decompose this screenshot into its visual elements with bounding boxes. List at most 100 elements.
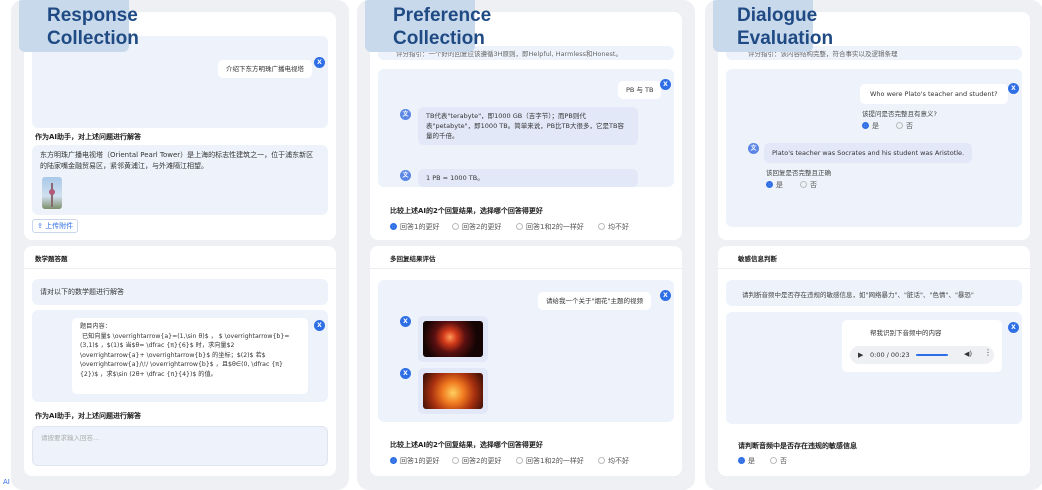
ai-answer: Plato's teacher was Socrates and his stu… (764, 143, 973, 163)
upload-label: 上传附件 (45, 222, 74, 230)
sensitive-prompt-box: 请判断音频中是否存在违规的敏感信息，如"网络暴力"、"脏话"、"色情"、"暴恐" (726, 280, 1022, 306)
answer-label: 作为AI助手，对上述问题进行解答 (35, 412, 142, 420)
ai-avatar: 文 (748, 143, 759, 154)
option-label: 回答2的更好 (462, 457, 502, 465)
radio-option-2[interactable]: 回答2的更好 (452, 222, 501, 232)
radio-option-4[interactable]: 均不好 (598, 222, 629, 232)
yes-label: 是 (872, 122, 879, 130)
no-label: 否 (906, 122, 913, 130)
math-question: 题目内容： 已知向量$ \overrightarrow{a}=(1,\sin θ… (72, 318, 308, 394)
radio-option-3[interactable]: 回答1和2的一样好 (516, 456, 584, 466)
video-bubble-1 (418, 316, 488, 362)
user-avatar: X (1008, 83, 1019, 94)
user-question: 介绍下东方明珠广播电视塔 (218, 60, 312, 78)
compare-label: 比较上述AI的2个回复结果，选择哪个回答得更好 (390, 207, 543, 215)
sensitive-prompt: 请判断音频中是否存在违规的敏感信息，如"网络暴力"、"脏话"、"色情"、"暴恐" (742, 291, 974, 299)
option-label: 回答2的更好 (462, 223, 502, 231)
footer-logo: AI (3, 478, 10, 486)
math-prompt: 请对以下的数学题进行解答 (40, 288, 124, 296)
volume-icon[interactable]: ◀) (964, 349, 972, 359)
upload-icon: ⇪ (37, 222, 43, 230)
option-label: 回答1和2的一样好 (526, 223, 584, 231)
preference-collection-panel: Preference Collection 评分指引：一个好的回复应该遵循3H原… (357, 0, 695, 490)
math-prompt-box: 请对以下的数学题进行解答 (32, 279, 328, 305)
yes-label: 是 (748, 457, 755, 465)
math-title: 数学题答题 (35, 255, 68, 263)
fireworks-video-1[interactable] (423, 321, 483, 357)
divider (24, 268, 336, 269)
play-icon[interactable]: ▶ (858, 350, 863, 360)
panel-title: Preference Collection (365, 0, 491, 52)
user-avatar: X (314, 320, 325, 331)
answer-placeholder: 请按要求输入回答... (41, 434, 100, 442)
divider (370, 268, 682, 269)
no-label: 否 (810, 181, 817, 189)
option-label: 回答1的更好 (400, 223, 440, 231)
sensitive-title: 敏感信息判断 (738, 255, 777, 263)
radio-option-2[interactable]: 回答2的更好 (452, 456, 501, 466)
question-no-radio[interactable]: 否 (896, 121, 913, 131)
divider (718, 268, 1030, 269)
user-avatar: X (660, 79, 671, 90)
no-label: 否 (780, 457, 787, 465)
chat-area: 请给我一个关于"烟花"主题的视频 X X X (378, 280, 674, 422)
radio-selected (390, 223, 397, 230)
radio-option-1[interactable]: 回答1的更好 (390, 456, 439, 466)
sensitive-question: 请判断音频中是否存在违规的敏感信息 (738, 442, 857, 450)
user-question: 请给我一个关于"烟花"主题的视频 (538, 292, 651, 310)
audio-player[interactable]: ▶ 0:00 / 00:23 ◀) ⋮ (850, 346, 994, 364)
response-collection-panel: Response Collection 介绍下东方明珠广播电视塔 X 作为AI助… (11, 0, 349, 490)
radio-option-4[interactable]: 均不好 (598, 456, 629, 466)
audio-bubble: 帮我识别下音频中的内容 ▶ 0:00 / 00:23 ◀) ⋮ (842, 320, 1002, 372)
answer-check-label: 该回复是否完整且正确 (766, 169, 831, 177)
panel-title: Response Collection (19, 0, 139, 52)
audio-question: 帮我识别下音频中的内容 (870, 329, 942, 337)
ai-avatar: 文 (400, 109, 411, 120)
option-label: 均不好 (608, 223, 629, 231)
question-check-label: 该提问是否完整且有意义? (862, 110, 937, 118)
audio-chat: 帮我识别下音频中的内容 ▶ 0:00 / 00:23 ◀) ⋮ X (726, 312, 1022, 424)
yes-label: 是 (776, 181, 783, 189)
answer-yes-radio[interactable]: 是 (766, 180, 783, 190)
upload-button[interactable]: ⇪ 上传附件 (32, 219, 79, 233)
answer-label: 作为AI助手，对上述问题进行解答 (35, 133, 142, 141)
user-avatar: X (660, 290, 671, 301)
answer-box[interactable]: 东方明珠广播电视塔（Oriental Pearl Tower）是上海的标志性建筑… (32, 145, 328, 215)
option-label: 均不好 (608, 457, 629, 465)
chat-area: PB 与 TB X 文 TB代表"terabyte"，即1000 GB（吉字节）… (378, 69, 674, 187)
user-question: PB 与 TB (618, 81, 662, 99)
sensitive-card: 敏感信息判断 请判断音频中是否存在违规的敏感信息，如"网络暴力"、"脏话"、"色… (718, 246, 1030, 476)
sensitive-no-radio[interactable]: 否 (770, 456, 787, 466)
audio-time: 0:00 / 00:23 (870, 351, 910, 359)
audio-progress[interactable] (916, 354, 948, 356)
multi-title: 多回复结果评估 (390, 255, 436, 263)
ai-avatar: X (400, 316, 411, 327)
compare-label: 比较上述AI的2个回复结果，选择哪个回答得更好 (390, 441, 543, 449)
answer-text: 东方明珠广播电视塔（Oriental Pearl Tower）是上海的标志性建筑… (40, 151, 314, 170)
ai-avatar: 文 (400, 170, 411, 181)
dialogue-evaluation-panel: Dialogue Evaluation 评分指引：该内容结构完整，符合事实以及逻… (705, 0, 1042, 490)
video-bubble-2 (418, 368, 488, 414)
sensitive-yes-radio[interactable]: 是 (738, 456, 755, 466)
math-card: 数学题答题 请对以下的数学题进行解答 题目内容： 已知向量$ \overrigh… (24, 246, 336, 476)
question-yes-radio[interactable]: 是 (862, 121, 879, 131)
radio-option-3[interactable]: 回答1和2的一样好 (516, 222, 584, 232)
tower-image[interactable] (42, 177, 62, 209)
user-avatar: X (1008, 322, 1019, 333)
option-label: 回答1和2的一样好 (526, 457, 584, 465)
ai-answer-1: TB代表"terabyte"，即1000 GB（吉字节）；而PB则代表"peta… (418, 107, 638, 145)
panel-title: Dialogue Evaluation (713, 0, 833, 52)
answer-input[interactable]: 请按要求输入回答... (32, 426, 328, 466)
answer-no-radio[interactable]: 否 (800, 180, 817, 190)
fireworks-video-2[interactable] (423, 373, 483, 409)
user-question: Who were Plato's teacher and student? (860, 84, 1008, 104)
user-avatar: X (314, 57, 325, 68)
ai-avatar: X (400, 368, 411, 379)
chat-area: Who were Plato's teacher and student? X … (726, 69, 1022, 227)
option-label: 回答1的更好 (400, 457, 440, 465)
ai-answer-2: 1 PB = 1000 TB。 (418, 169, 638, 187)
more-icon[interactable]: ⋮ (984, 348, 992, 358)
radio-option-1[interactable]: 回答1的更好 (390, 222, 439, 232)
multi-eval-card: 多回复结果评估 请给我一个关于"烟花"主题的视频 X X X 比较上述AI的2个… (370, 246, 682, 476)
math-chat: 题目内容： 已知向量$ \overrightarrow{a}=(1,\sin θ… (32, 310, 328, 402)
